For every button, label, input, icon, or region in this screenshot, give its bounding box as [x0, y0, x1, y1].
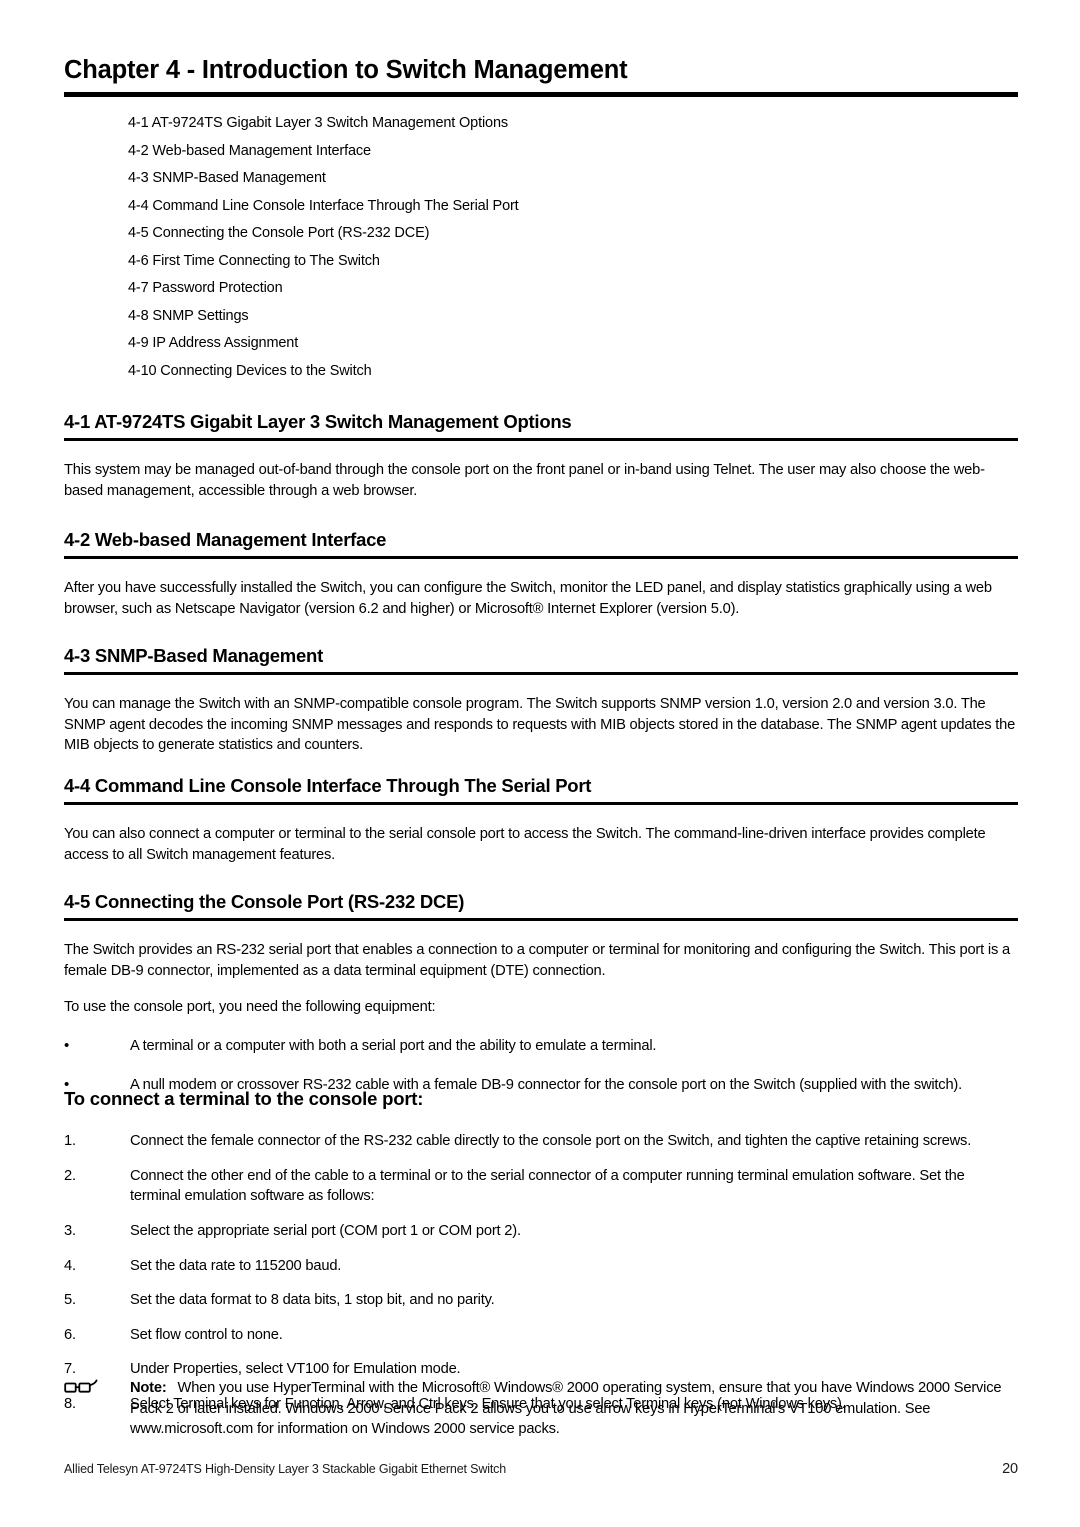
chapter-title: Chapter 4 - Introduction to Switch Manag… — [64, 56, 628, 84]
section-heading: 4-1 AT-9724TS Gigabit Layer 3 Switch Man… — [64, 411, 572, 432]
section-body: You can also connect a computer or termi… — [64, 826, 986, 863]
table-row: 4. Set the data rate to 115200 baud. — [64, 1256, 1018, 1277]
table-row: 7. Under Properties, select VT100 for Em… — [64, 1359, 1018, 1380]
table-row: 6. Set flow control to none. — [64, 1325, 1018, 1346]
step-number: 4. — [64, 1257, 76, 1274]
section-heading-rule — [64, 918, 1018, 922]
section-body: The Switch provides an RS-232 serial por… — [64, 942, 1010, 979]
section-heading-rule — [64, 556, 1018, 560]
section-heading-rule — [64, 438, 1018, 442]
step-number: 2. — [64, 1167, 76, 1184]
procedure-step-list: 1. Connect the female connector of the R… — [64, 1131, 1018, 1414]
table-row: 3. Select the appropriate serial port (C… — [64, 1221, 1018, 1242]
section-body-secondary: To use the console port, you need the fo… — [64, 999, 436, 1016]
bullet-marker-icon: • — [64, 1037, 70, 1055]
section-heading-rule — [64, 672, 1018, 676]
step-text: Connect the female connector of the RS-2… — [130, 1133, 972, 1150]
toc-item: 4-9 IP Address Assignment — [128, 335, 299, 351]
toc-item: 4-5 Connecting the Console Port (RS-232 … — [128, 225, 430, 241]
note-label: Note: — [130, 1380, 167, 1396]
step-text: Connect the other end of the cable to a … — [130, 1167, 965, 1205]
section-body: This system may be managed out-of-band t… — [64, 462, 985, 499]
step-number: 3. — [64, 1223, 76, 1240]
section-4-5: 4-5 Connecting the Console Port (RS-232 … — [64, 891, 1018, 1113]
eyeglasses-icon — [64, 1378, 130, 1396]
step-text: Under Properties, select VT100 for Emula… — [130, 1361, 461, 1378]
section-heading: 4-4 Command Line Console Interface Throu… — [64, 775, 592, 796]
page-number: 20 — [1002, 1461, 1018, 1477]
page-footer: Allied Telesyn AT-9724TS High-Density La… — [64, 1461, 1018, 1477]
note-text: When you use HyperTerminal with the Micr… — [130, 1380, 1002, 1438]
toc-item: 4-6 First Time Connecting to The Switch — [128, 252, 380, 269]
section-heading-rule — [64, 802, 1018, 806]
equipment-bullet-list: • A terminal or a computer with both a s… — [64, 1036, 1018, 1095]
section-4-1: 4-1 AT-9724TS Gigabit Layer 3 Switch Man… — [64, 411, 1018, 501]
footer-product-name: Allied Telesyn AT-9724TS High-Density La… — [64, 1462, 507, 1476]
section-heading: 4-3 SNMP-Based Management — [64, 645, 323, 666]
step-number: 7. — [64, 1361, 76, 1378]
table-row: 1. Connect the female connector of the R… — [64, 1131, 1018, 1152]
toc-item: 4-7 Password Protection — [128, 280, 283, 296]
section-4-2: 4-2 Web-based Management Interface After… — [64, 529, 1018, 619]
section-heading: 4-2 Web-based Management Interface — [64, 529, 387, 550]
note-body: Note: When you use HyperTerminal with the… — [130, 1378, 1018, 1440]
step-number: 5. — [64, 1292, 76, 1309]
step-text: Set the data format to 8 data bits, 1 st… — [130, 1292, 495, 1309]
section-body: You can manage the Switch with an SNMP-c… — [64, 696, 1016, 754]
step-text: Set the data rate to 115200 baud. — [130, 1257, 342, 1274]
step-number: 6. — [64, 1326, 76, 1343]
toc-item: 4-3 SNMP-Based Management — [128, 170, 326, 186]
toc-item: 4-1 AT-9724TS Gigabit Layer 3 Switch Man… — [128, 115, 508, 131]
section-4-4: 4-4 Command Line Console Interface Throu… — [64, 775, 1018, 865]
section-heading: 4-5 Connecting the Console Port (RS-232 … — [64, 891, 465, 912]
toc-item: 4-2 Web-based Management Interface — [128, 142, 371, 159]
list-item-text: A terminal or a computer with both a ser… — [130, 1038, 657, 1055]
toc-item: 4-8 SNMP Settings — [128, 307, 249, 324]
table-row: 5. Set the data format to 8 data bits, 1… — [64, 1290, 1018, 1311]
document-page: Chapter 4 - Introduction to Switch Manag… — [0, 0, 1080, 1527]
chapter-contents-list: 4-1 AT-9724TS Gigabit Layer 3 Switch Man… — [128, 110, 888, 385]
chapter-title-rule — [64, 92, 1018, 97]
procedure-heading: To connect a terminal to the console por… — [64, 1088, 424, 1109]
table-row: 2. Connect the other end of the cable to… — [64, 1166, 1018, 1207]
toc-item: 4-10 Connecting Devices to the Switch — [128, 362, 372, 379]
step-text: Select the appropriate serial port (COM … — [130, 1223, 521, 1240]
step-text: Set flow control to none. — [130, 1326, 283, 1343]
note-block: Note: When you use HyperTerminal with the… — [64, 1378, 1018, 1440]
toc-item: 4-4 Command Line Console Interface Throu… — [128, 197, 519, 214]
section-body: After you have successfully installed th… — [64, 580, 992, 617]
section-4-3: 4-3 SNMP-Based Management You can manage… — [64, 645, 1018, 756]
step-number: 1. — [64, 1133, 76, 1150]
list-item: • A terminal or a computer with both a s… — [64, 1036, 1018, 1057]
